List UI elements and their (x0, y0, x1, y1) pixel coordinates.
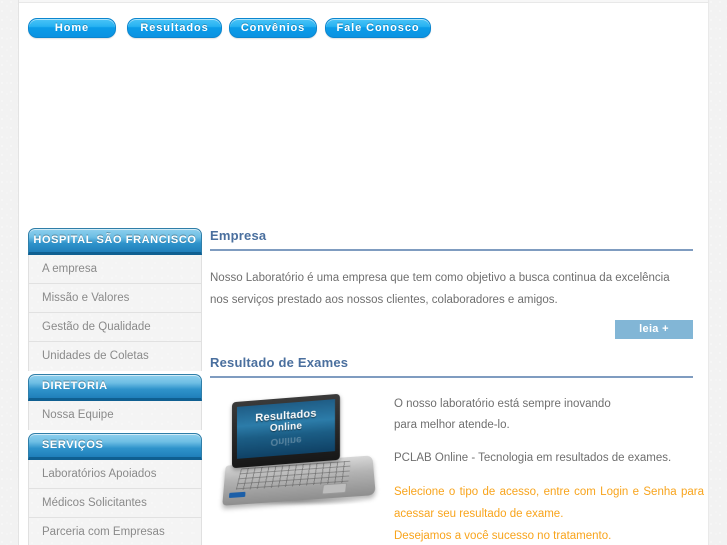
nav-button-fale-conosco[interactable]: Fale Conosco (325, 18, 431, 38)
nav-button-home[interactable]: Home (28, 18, 116, 38)
section-title-empresa: Empresa (210, 228, 707, 249)
sidebar-item-parceria-com-empresas[interactable]: Parceria com Empresas (29, 518, 201, 545)
section-rule-empresa (210, 249, 693, 251)
exam-line-1: O nosso laboratório está sempre inovando (394, 394, 704, 415)
laptop-resultados-online-image[interactable]: Resultados Online Online (224, 394, 374, 514)
exam-orange-wish: Desejamos a você sucesso no tratamento. (394, 525, 704, 545)
section-title-resultado-de-exames: Resultado de Exames (210, 355, 707, 376)
sidebar-item-a-empresa[interactable]: A empresa (29, 255, 201, 284)
top-navigation: Home Resultados Convênios Fale Conosco (20, 12, 707, 42)
sidebar-list-hospital: A empresa Missão e Valores Gestão de Qua… (28, 255, 202, 371)
sidebar-header-servicos[interactable]: SERVIÇOS (28, 433, 202, 460)
exam-spacer-2 (394, 469, 704, 481)
nav-button-convenios[interactable]: Convênios (229, 18, 317, 38)
section-rule-resultado (210, 376, 693, 378)
empresa-paragraph: Nosso Laboratório é uma empresa que tem … (210, 267, 690, 311)
exam-spacer (394, 436, 704, 448)
nav-button-resultados[interactable]: Resultados (127, 18, 222, 38)
sidebar-item-laboratorios-apoiados[interactable]: Laboratórios Apoiados (29, 460, 201, 489)
sidebar-item-unidades-de-coletas[interactable]: Unidades de Coletas (29, 342, 201, 371)
sidebar: HOSPITAL SÃO FRANCISCO A empresa Missão … (28, 228, 202, 545)
sidebar-list-servicos: Laboratórios Apoiados Médicos Solicitant… (28, 460, 202, 545)
page-root: Home Resultados Convênios Fale Conosco H… (0, 0, 727, 545)
laptop-screen-bezel: Resultados Online Online (232, 394, 340, 468)
sidebar-item-medicos-solicitantes[interactable]: Médicos Solicitantes (29, 489, 201, 518)
leia-button-wrapper: leia + (210, 319, 693, 339)
sidebar-header-hospital-sao-francisco[interactable]: HOSPITAL SÃO FRANCISCO (28, 228, 202, 255)
section-resultado-de-exames: Resultado de Exames Resultados Online On… (210, 355, 707, 545)
page-top-rule (0, 0, 727, 3)
main-content: Empresa Nosso Laboratório é uma empresa … (210, 228, 707, 545)
exam-line-2: para melhor atende-lo. (394, 415, 704, 436)
sidebar-item-gestao-de-qualidade[interactable]: Gestão de Qualidade (29, 313, 201, 342)
exam-orange-instructions: Selecione o tipo de acesso, entre com Lo… (394, 481, 704, 525)
left-texture-strip (0, 0, 19, 545)
sidebar-item-nossa-equipe[interactable]: Nossa Equipe (29, 401, 201, 430)
content-column: Home Resultados Convênios Fale Conosco H… (20, 4, 707, 545)
laptop-touchpad (322, 483, 348, 495)
laptop-port-indicator (229, 492, 246, 498)
exam-row: Resultados Online Online O nosso laborat… (210, 394, 707, 545)
laptop-screen: Resultados Online Online (237, 399, 335, 459)
sidebar-item-missao-e-valores[interactable]: Missão e Valores (29, 284, 201, 313)
right-texture-strip (708, 0, 727, 545)
exam-line-pclab: PCLAB Online - Tecnologia em resultados … (394, 448, 704, 469)
sidebar-header-diretoria[interactable]: DIRETORIA (28, 374, 202, 401)
leia-mais-button[interactable]: leia + (615, 320, 693, 339)
banner-area (20, 46, 707, 226)
sidebar-list-diretoria: Nossa Equipe (28, 401, 202, 430)
exam-text-block: O nosso laboratório está sempre inovando… (394, 394, 704, 545)
